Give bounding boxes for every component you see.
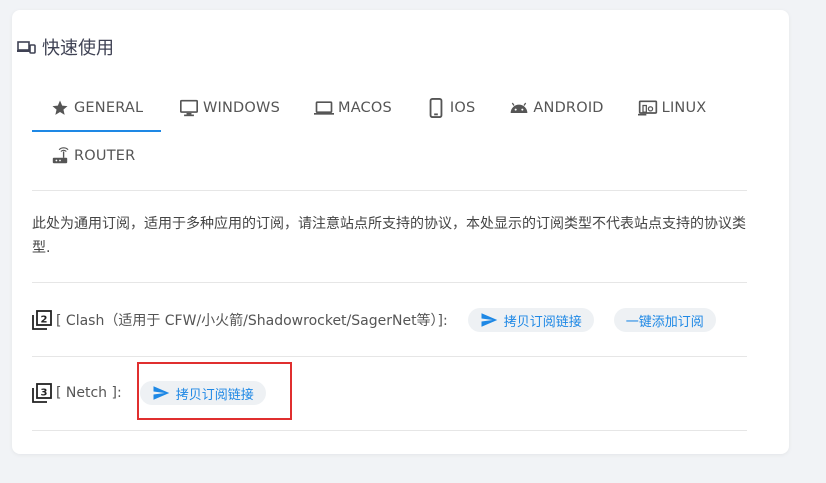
tab-windows[interactable]: WINDOWS — [161, 84, 296, 132]
svg-text:2: 2 — [41, 315, 48, 326]
clash-copy-link-label: 拷贝订阅链接 — [503, 314, 582, 330]
clash-copy-link-button[interactable]: 拷贝订阅链接 — [467, 308, 594, 332]
tab-router[interactable]: ROUTER — [32, 132, 151, 180]
tab-macos-label: MACOS — [337, 100, 392, 116]
tab-macos[interactable]: MACOS — [296, 84, 408, 132]
svg-text:3: 3 — [41, 388, 48, 399]
tab-general-label: GENERAL — [74, 100, 144, 116]
divider — [32, 356, 747, 357]
tab-ios[interactable]: IOS — [408, 84, 492, 132]
tab-row-1: GENERAL WINDOWS MACOS IOS ANDROID LINUX — [32, 84, 747, 132]
tab-row-2: ROUTER — [32, 132, 747, 180]
subscription-description: 此处为通用订阅，适用于多种应用的订阅，请注意站点所支持的协议，本处显示的订阅类型… — [32, 216, 746, 256]
tab-linux-label: LINUX — [661, 100, 707, 116]
clash-one-click-import-button[interactable]: 一键添加订阅 — [613, 308, 716, 332]
star-icon — [50, 98, 70, 118]
tab-windows-label: WINDOWS — [203, 100, 280, 116]
divider — [32, 430, 747, 431]
monitor-icon — [179, 98, 199, 118]
highlight-box — [137, 362, 292, 420]
tab-linux[interactable]: LINUX — [620, 84, 723, 132]
clash-import-label: 一键添加订阅 — [625, 314, 704, 330]
tab-android[interactable]: ANDROID — [491, 84, 619, 132]
tab-android-label: ANDROID — [533, 100, 604, 116]
netch-label: [ Netch ]: — [56, 385, 122, 401]
send-icon — [480, 311, 498, 329]
tab-ios-label: IOS — [449, 100, 476, 116]
router-icon — [50, 146, 70, 166]
number-3-icon: 3 — [32, 383, 52, 403]
phone-icon — [426, 98, 446, 118]
card-title: 快速使用 — [16, 34, 114, 60]
android-icon — [509, 98, 529, 118]
devices-icon — [16, 37, 36, 57]
tab-general[interactable]: GENERAL — [32, 84, 161, 132]
card-title-text: 快速使用 — [42, 38, 114, 59]
platform-tabs: GENERAL WINDOWS MACOS IOS ANDROID LINUX … — [32, 84, 747, 180]
tab-router-label: ROUTER — [74, 148, 136, 164]
linux-devices-icon — [637, 98, 658, 118]
divider — [32, 282, 747, 283]
clash-label: [ Clash（适用于 CFW/小火箭/Shadowrocket/SagerNe… — [56, 313, 448, 329]
laptop-icon — [313, 98, 334, 118]
tabs-divider — [32, 190, 747, 191]
clash-subscription-row: 2 [ Clash（适用于 CFW/小火箭/Shadowrocket/Sager… — [32, 307, 747, 333]
number-2-icon: 2 — [32, 310, 52, 330]
